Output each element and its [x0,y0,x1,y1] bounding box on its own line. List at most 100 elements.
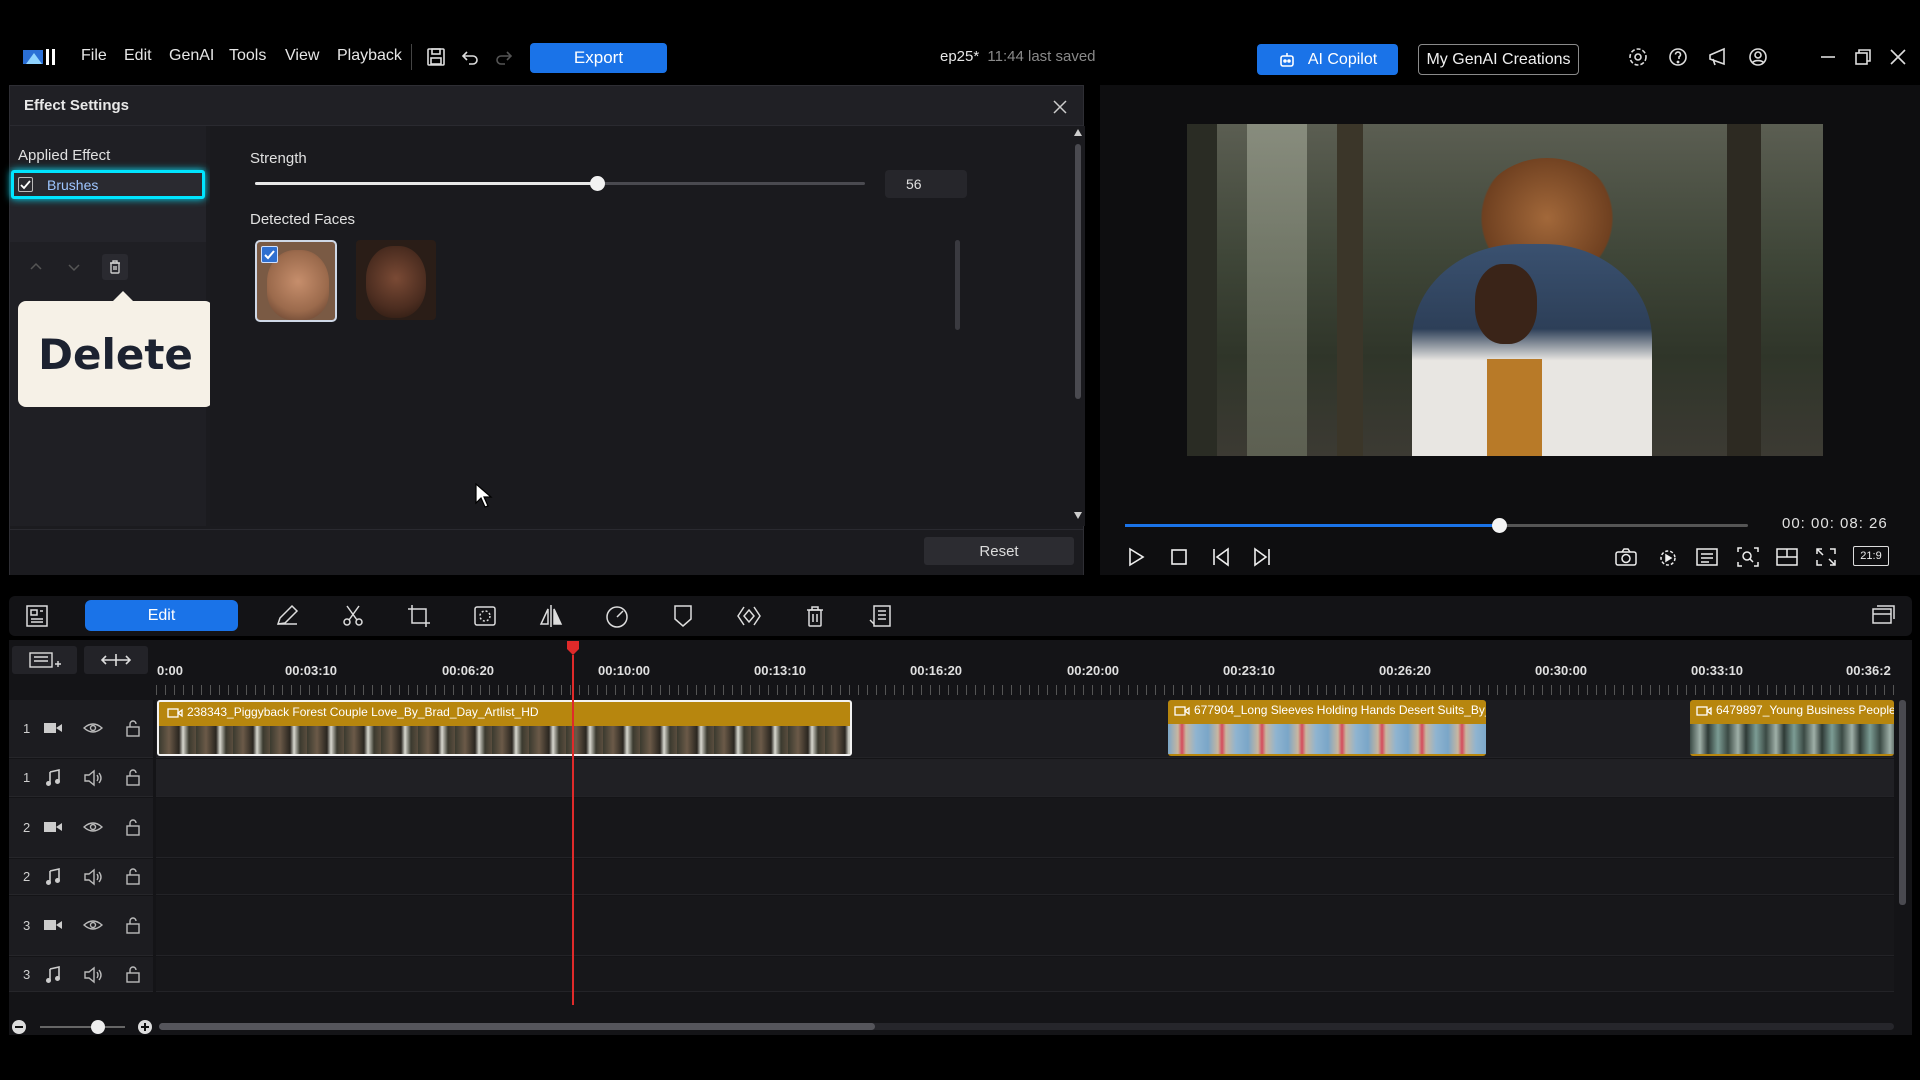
reset-button[interactable]: Reset [924,537,1074,565]
aspect-ratio-button[interactable]: 21:9 [1853,546,1889,566]
strength-slider-handle[interactable] [589,176,605,191]
menu-file[interactable]: File [81,47,107,65]
media-library-icon[interactable] [23,602,51,630]
effect-settings-panel: Effect Settings Applied Effect Brushes D… [9,85,1085,575]
preview-seekbar[interactable] [1125,518,1748,533]
playhead-handle[interactable] [566,640,580,656]
speed-icon[interactable] [603,602,631,630]
trash-icon[interactable] [801,602,829,630]
scrollbar-thumb[interactable] [159,1023,875,1030]
track-row-audio-3[interactable] [156,957,1894,992]
timeline-clip[interactable]: 238343_Piggyback Forest Couple Love_By_B… [157,700,852,756]
visibility-eye-icon[interactable] [83,917,103,933]
track-row-audio-2[interactable] [156,859,1894,895]
lock-icon[interactable] [125,818,141,836]
my-genai-creations-button[interactable]: My GenAI Creations [1418,44,1579,75]
dual-preview-icon[interactable] [1775,546,1799,568]
track-row-video-3[interactable] [156,896,1894,956]
ruler-label: 00:16:20 [910,663,963,678]
play-icon[interactable] [1124,546,1148,568]
menu-tools[interactable]: Tools [229,47,266,65]
menu-view[interactable]: View [285,47,319,65]
seekbar-handle[interactable] [1491,518,1507,533]
mark-icon[interactable] [669,602,697,630]
close-icon[interactable] [1887,46,1909,68]
strength-value-input[interactable]: 56 [885,170,967,198]
redo-icon[interactable] [493,46,515,68]
track-header-video-2: 2 [9,798,153,858]
display-settings-icon[interactable] [1695,546,1719,568]
zoom-out-icon[interactable] [11,1019,27,1035]
ai-copilot-button[interactable]: AI Copilot [1257,44,1398,75]
speaker-icon[interactable] [83,769,103,787]
lock-icon[interactable] [125,768,141,786]
flip-icon[interactable] [537,602,565,630]
stop-icon[interactable] [1168,546,1190,568]
shirt [1487,359,1542,456]
save-icon[interactable] [425,46,447,68]
zoom-slider[interactable] [40,1020,125,1034]
lock-icon[interactable] [125,867,141,885]
split-icon[interactable] [339,602,367,630]
track-row-audio-1[interactable] [156,759,1894,797]
zoom-preview-icon[interactable] [1736,546,1760,568]
faces-scrollbar[interactable] [955,240,960,330]
undo-icon[interactable] [459,46,481,68]
delete-effect-icon[interactable] [102,254,128,280]
announcement-icon[interactable] [1707,46,1729,68]
menu-genai[interactable]: GenAI [169,47,214,65]
move-up-icon[interactable] [26,257,46,277]
timeline-layout-icon[interactable] [1869,602,1897,630]
settings-icon[interactable] [1627,46,1649,68]
account-icon[interactable] [1747,46,1769,68]
panel-scrollbar[interactable] [1073,128,1083,528]
timeline-vertical-scrollbar[interactable] [1899,700,1906,905]
timeline-ruler[interactable] [156,655,1894,700]
speaker-icon[interactable] [83,868,103,886]
crop-icon[interactable] [405,602,433,630]
snapshot-icon[interactable] [1614,546,1638,568]
visibility-eye-icon[interactable] [83,819,103,835]
zoom-slider-handle[interactable] [91,1020,105,1034]
timeline-clip[interactable]: 677904_Long Sleeves Holding Hands Desert… [1168,700,1486,756]
video-preview[interactable] [1187,124,1823,456]
effect-item-brushes[interactable]: Brushes [11,170,205,199]
face-thumbnail-1[interactable] [255,240,337,322]
restore-icon[interactable] [1852,46,1874,68]
move-down-icon[interactable] [64,257,84,277]
face-image [366,246,426,318]
face-thumbnail-2[interactable] [356,240,436,320]
more-tools-icon[interactable] [867,602,895,630]
track-manager-button[interactable] [12,646,77,674]
menu-playback[interactable]: Playback [337,47,402,65]
previous-frame-icon[interactable] [1209,546,1233,568]
zoom-in-icon[interactable] [137,1019,153,1035]
minimize-icon[interactable] [1817,46,1839,68]
edit-button[interactable]: Edit [85,600,238,631]
keyframe-icon[interactable] [735,602,763,630]
next-frame-icon[interactable] [1250,546,1274,568]
speaker-icon[interactable] [83,966,103,984]
lock-icon[interactable] [125,916,141,934]
effect-checkbox[interactable] [18,177,33,192]
robot-icon [1278,51,1296,69]
lock-icon[interactable] [125,965,141,983]
face-checkbox[interactable] [261,246,278,263]
timeline-clip[interactable]: 6479897_Young Business People [1690,700,1894,756]
pen-icon[interactable] [273,602,301,630]
visibility-eye-icon[interactable] [83,720,103,736]
playback-quality-icon[interactable] [1656,546,1680,568]
close-panel-icon[interactable] [1050,97,1070,117]
effect-item-label: Brushes [47,177,99,193]
mask-icon[interactable] [471,602,499,630]
edit-toolbar: Edit [9,596,1912,636]
timeline-horizontal-scrollbar[interactable] [159,1023,1894,1030]
fullscreen-icon[interactable] [1814,546,1838,568]
track-row-video-2[interactable] [156,798,1894,858]
help-icon[interactable] [1667,46,1689,68]
fit-timeline-button[interactable] [84,646,148,674]
export-button[interactable]: Export [530,43,667,73]
lock-icon[interactable] [125,719,141,737]
strength-slider[interactable] [255,176,865,191]
menu-edit[interactable]: Edit [124,47,152,65]
